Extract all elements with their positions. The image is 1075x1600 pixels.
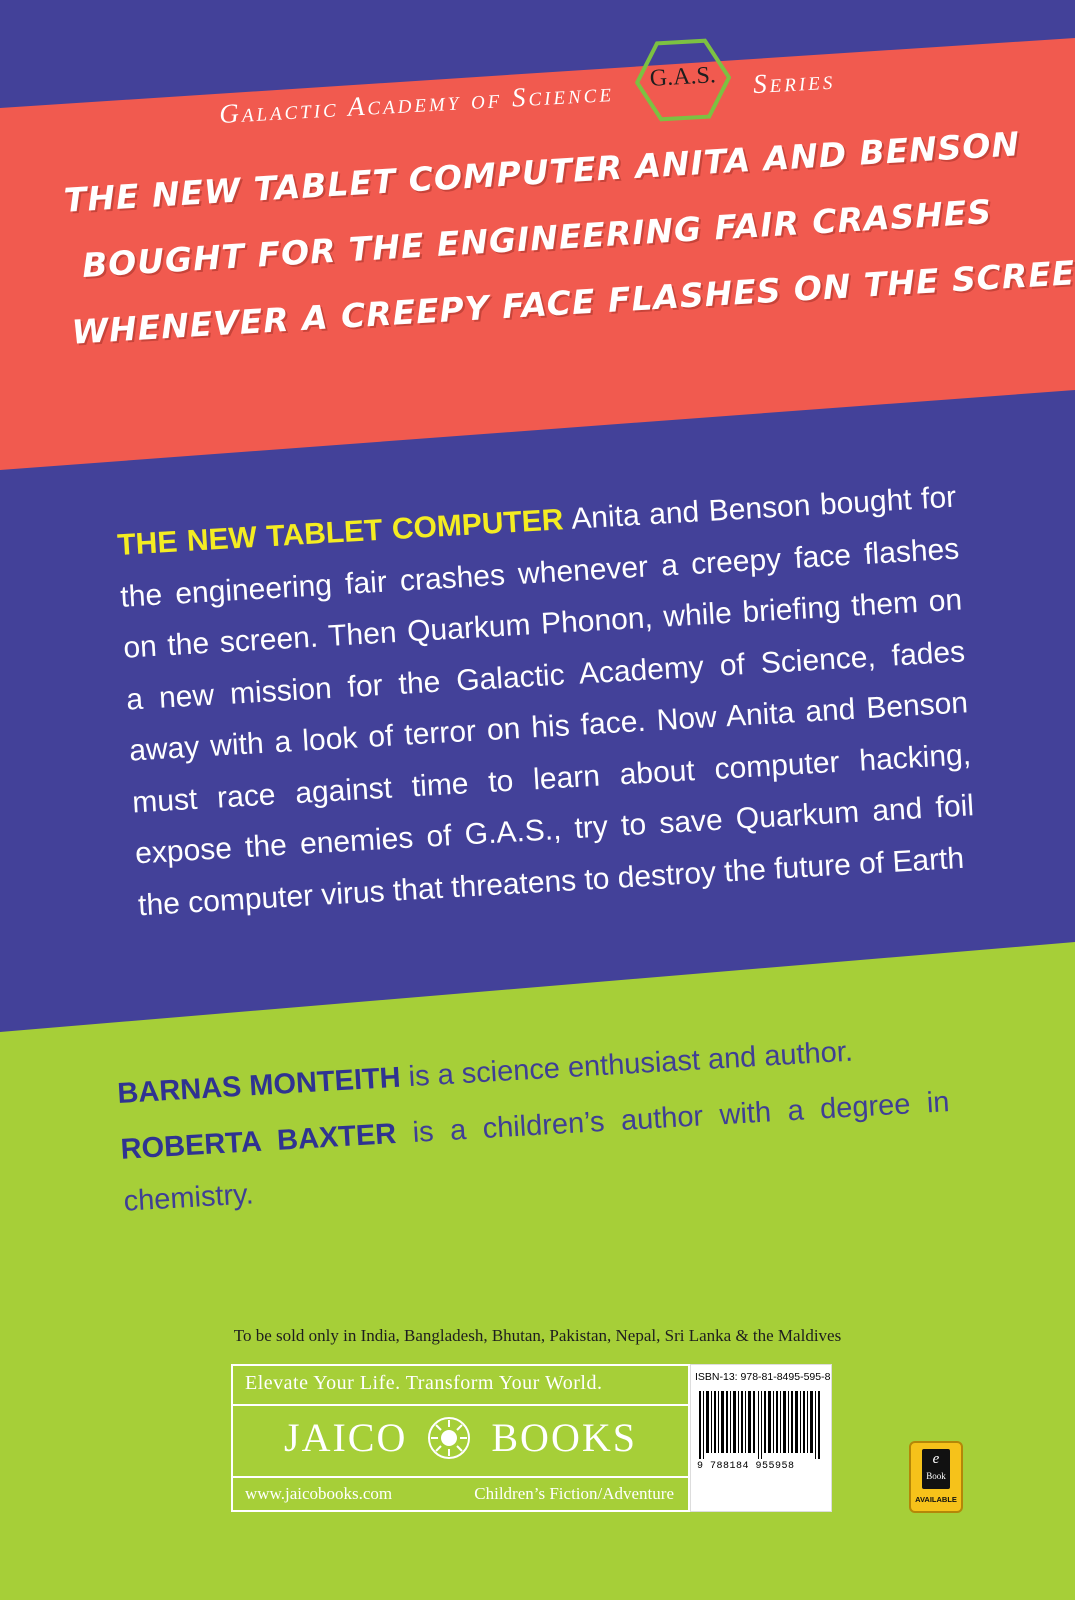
book-genre: Children’s Fiction/Adventure xyxy=(474,1484,674,1503)
publisher-website: www.jaicobooks.com xyxy=(245,1484,393,1503)
author-name: ROBERTA BAXTER xyxy=(119,1118,398,1166)
ebook-status: AVAILABLE xyxy=(915,1495,957,1504)
isbn-panel: ISBN-13: 978-81-8495-595-8 9 788184 9559… xyxy=(690,1364,832,1512)
divider xyxy=(233,1404,688,1406)
series-name-right: Series xyxy=(752,64,836,99)
barcode-digits: 9 788184 955958 xyxy=(697,1461,795,1472)
author-name: BARNAS MONTEITH xyxy=(116,1061,402,1110)
brand-right: BOOKS xyxy=(491,1415,637,1460)
isbn-label: ISBN-13: 978-81-8495-595-8 xyxy=(695,1371,831,1383)
divider xyxy=(233,1476,688,1478)
sun-emblem-icon xyxy=(427,1416,471,1460)
barcode-icon xyxy=(699,1391,820,1459)
synopsis: THE NEW TABLET COMPUTER Anita and Benson… xyxy=(116,472,978,932)
ebook-word: Book xyxy=(926,1471,946,1481)
sales-territory-note: To be sold only in India, Bangladesh, Bh… xyxy=(233,1326,842,1345)
publisher-slogan: Elevate Your Life. Transform Your World. xyxy=(245,1372,603,1394)
brand-left: JAICO xyxy=(284,1415,408,1460)
gas-hexagon-badge: G.A.S. xyxy=(633,35,734,124)
publisher-box: Elevate Your Life. Transform Your World.… xyxy=(231,1364,690,1512)
gas-badge-label: G.A.S. xyxy=(649,62,717,92)
ebook-icon: e Book xyxy=(922,1449,950,1489)
ebook-available-badge: e Book AVAILABLE xyxy=(909,1441,963,1513)
ebook-letter: e xyxy=(932,1451,940,1467)
publisher-brand: JAICO BOOKS xyxy=(233,1414,688,1464)
